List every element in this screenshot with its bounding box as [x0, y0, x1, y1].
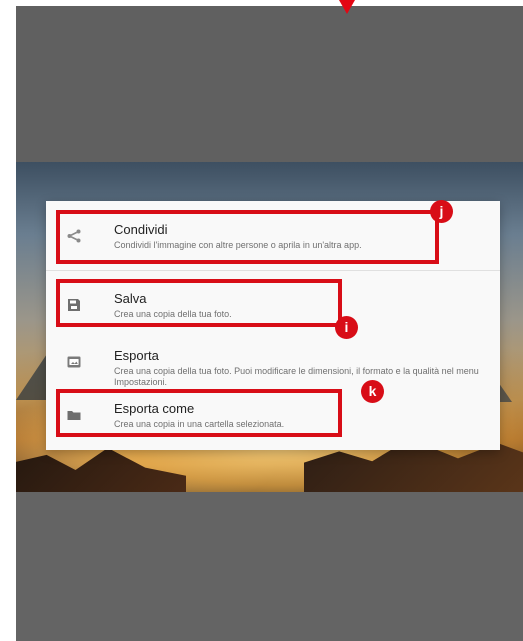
callout-badge-j: j [430, 200, 453, 223]
page: { "dialog": { "items": [ { "title": "Con… [0, 0, 523, 641]
share-options-dialog: Condividi Condividi l'immagine con altre… [46, 201, 500, 450]
menu-item-description: Crea una copia in una cartella seleziona… [114, 419, 285, 429]
menu-item-title: Esporta come [114, 401, 195, 416]
menu-item-title: Esporta [114, 348, 159, 363]
menu-item-description: Crea una copia della tua foto. [114, 309, 232, 319]
menu-item-description: Crea una copia della tua foto. Puoi modi… [114, 366, 479, 387]
menu-item-esporta[interactable]: Esporta Crea una copia della tua foto. P… [46, 336, 500, 392]
menu-divider [46, 270, 500, 271]
menu-item-esporta-come[interactable]: Esporta come Crea una copia in una carte… [46, 389, 500, 445]
folder-icon [67, 411, 81, 420]
bottom-overlay-area [16, 492, 523, 641]
callout-badge-k: k [361, 380, 384, 403]
share-icon [67, 229, 81, 243]
callout-badge-i: i [335, 316, 358, 339]
menu-item-salva[interactable]: Salva Crea una copia della tua foto. [46, 279, 500, 335]
menu-item-title: Salva [114, 291, 147, 306]
save-icon [68, 299, 80, 311]
menu-item-title: Condividi [114, 222, 168, 237]
top-arrow-marker [339, 0, 355, 14]
menu-item-description: Condividi l'immagine con altre persone o… [114, 240, 362, 250]
jpg-icon [67, 356, 81, 368]
